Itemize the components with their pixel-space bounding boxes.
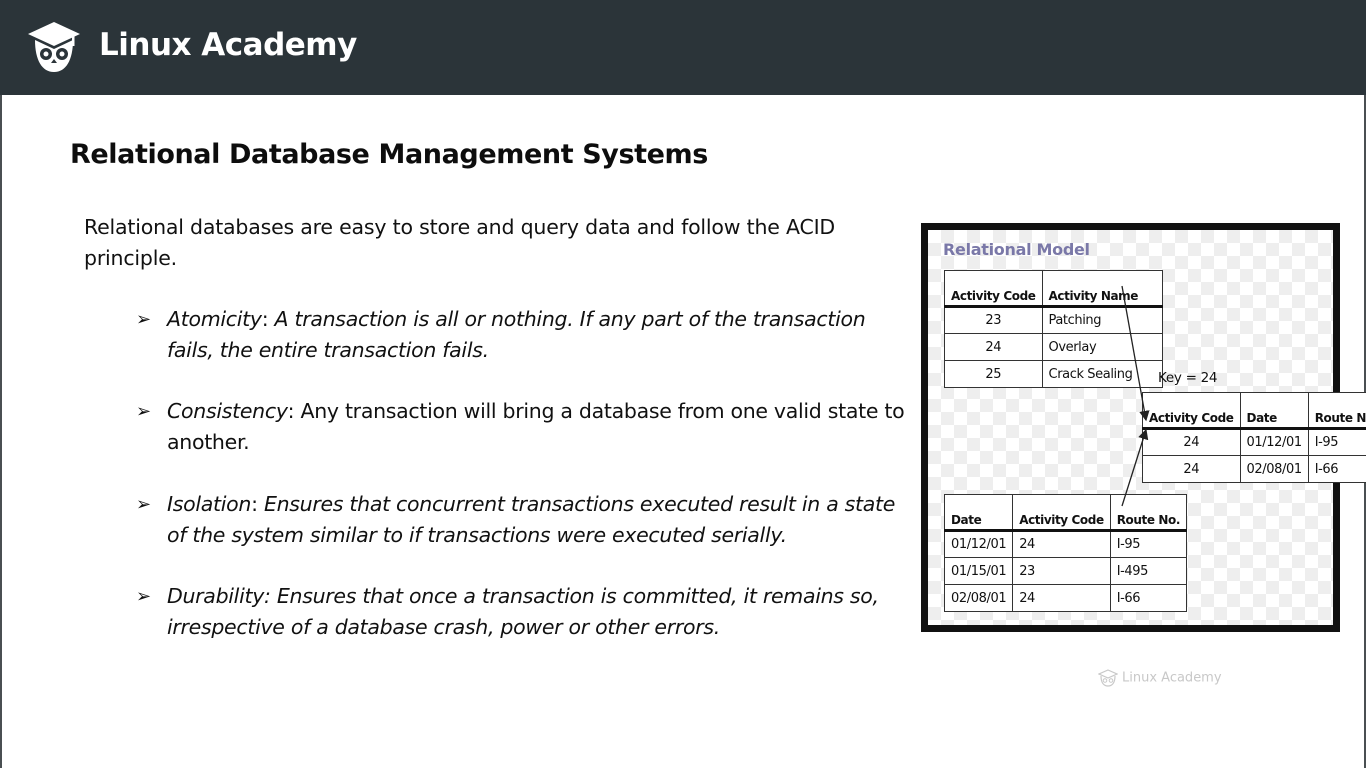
slide-title: Relational Database Management Systems <box>70 139 708 170</box>
top-bar: Linux Academy <box>0 0 1366 95</box>
bullet-term: Consistency <box>167 399 288 423</box>
arrow-connector <box>1121 428 1149 507</box>
watermark-text: Linux Academy <box>1122 670 1222 686</box>
bullet-term: Durability: <box>167 584 271 608</box>
owl-graduation-cap-icon <box>28 22 80 72</box>
arrow-bullet-icon: ➢ <box>136 401 151 422</box>
arrow-bullet-icon: ➢ <box>136 586 151 607</box>
arrow-bullet-icon: ➢ <box>136 494 151 515</box>
bullet-atomicity: ➢ Atomicity: A transaction is all or not… <box>136 304 916 366</box>
join-arrows <box>1121 285 1150 507</box>
bullet-description: Ensures that concurrent transactions exe… <box>167 492 896 547</box>
slide-border <box>0 95 2 768</box>
arrow-bullet-icon: ➢ <box>136 309 151 330</box>
bullet-durability: ➢ Durability: Ensures that once a transa… <box>136 581 916 643</box>
diagram-canvas: Relational Model Activity Code Activity … <box>928 230 1366 625</box>
brand-name: Linux Academy <box>99 27 357 63</box>
bullet-consistency: ➢ Consistency: Any transaction will brin… <box>136 396 916 458</box>
watermark: Linux Academy <box>1098 669 1222 687</box>
bullet-isolation: ➢ Isolation: Ensures that concurrent tra… <box>136 489 916 551</box>
bullet-term: Atomicity <box>167 307 262 331</box>
owl-graduation-cap-icon <box>1098 669 1118 687</box>
bullet-term: Isolation <box>167 492 252 516</box>
relational-model-diagram: Relational Model Activity Code Activity … <box>921 223 1366 632</box>
arrow-connector <box>1121 285 1150 422</box>
slide-intro: Relational databases are easy to store a… <box>84 215 836 270</box>
